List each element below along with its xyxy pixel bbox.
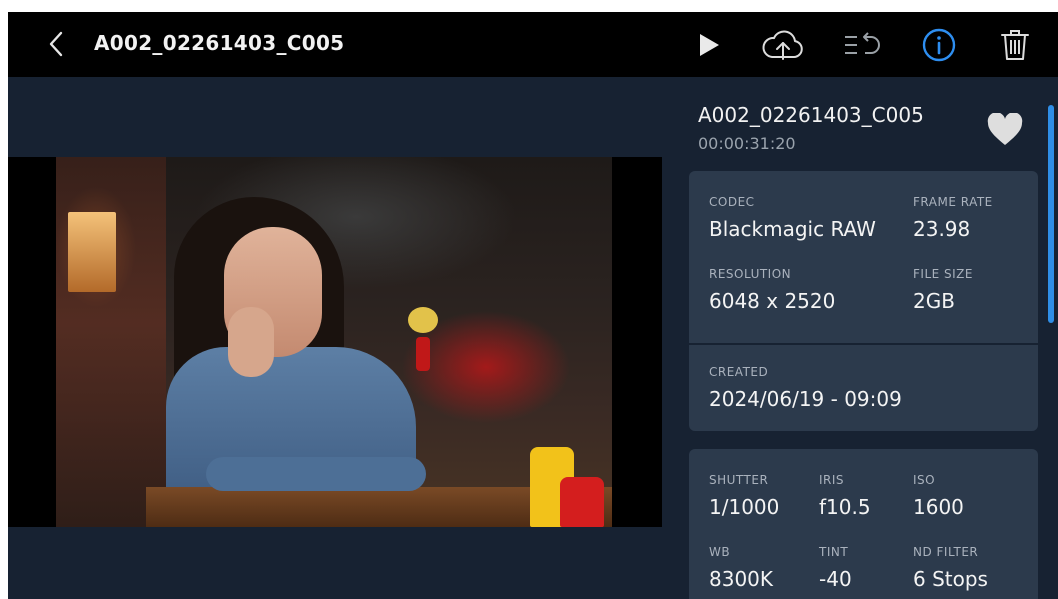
created-info-card: CREATED 2024/06/19 - 09:09 — [689, 345, 1038, 431]
chevron-left-icon — [49, 31, 63, 57]
file-size-label: FILE SIZE — [913, 267, 973, 281]
camera-settings-card: SHUTTER 1/1000 IRIS f10.5 ISO 1600 WB 83… — [689, 449, 1038, 599]
tint-value: -40 — [819, 567, 852, 591]
shutter-label: SHUTTER — [709, 473, 769, 487]
info-icon — [922, 28, 956, 62]
iris-value: f10.5 — [819, 495, 871, 519]
codec-label: CODEC — [709, 195, 755, 209]
list-undo-icon — [845, 32, 880, 54]
heart-icon — [987, 112, 1023, 145]
play-icon — [700, 34, 719, 56]
revert-list-button[interactable] — [840, 26, 884, 64]
top-bar: A002_02261403_C005 — [8, 12, 1058, 77]
frame-rate-label: FRAME RATE — [913, 195, 993, 209]
delete-button[interactable] — [998, 26, 1032, 64]
created-value: 2024/06/19 - 09:09 — [709, 387, 902, 411]
back-button[interactable] — [44, 30, 68, 58]
wb-label: WB — [709, 545, 731, 559]
iso-value: 1600 — [913, 495, 964, 519]
clip-title: A002_02261403_C005 — [94, 31, 345, 55]
created-label: CREATED — [709, 365, 769, 379]
tint-label: TINT — [819, 545, 849, 559]
nd-filter-value: 6 Stops — [913, 567, 988, 591]
resolution-value: 6048 x 2520 — [709, 289, 836, 313]
panel-clip-name: A002_02261403_C005 — [698, 103, 924, 127]
wb-value: 8300K — [709, 567, 774, 591]
clip-duration: 00:00:31:20 — [698, 134, 796, 153]
file-size-value: 2GB — [913, 289, 955, 313]
iris-label: IRIS — [819, 473, 845, 487]
info-button[interactable] — [920, 26, 958, 64]
app-frame: A002_02261403_C005 A002_02261403_C005 00… — [8, 12, 1058, 599]
upload-button[interactable] — [760, 26, 806, 64]
resolution-label: RESOLUTION — [709, 267, 792, 281]
clip-info-panel[interactable]: A002_02261403_C005 00:00:31:20 CODEC Bla… — [662, 77, 1058, 599]
favorite-button[interactable] — [986, 112, 1026, 149]
clip-preview-image[interactable] — [56, 157, 612, 527]
panel-scrollbar[interactable] — [1048, 105, 1054, 323]
iso-label: ISO — [913, 473, 936, 487]
shutter-value: 1/1000 — [709, 495, 780, 519]
trash-icon — [1001, 30, 1029, 60]
letterbox — [8, 157, 662, 527]
nd-filter-label: ND FILTER — [913, 545, 979, 559]
codec-value: Blackmagic RAW — [709, 217, 876, 241]
frame-rate-value: 23.98 — [913, 217, 971, 241]
clip-viewer[interactable] — [8, 77, 662, 599]
cloud-upload-icon — [762, 30, 803, 60]
play-button[interactable] — [696, 26, 722, 64]
format-info-card: CODEC Blackmagic RAW FRAME RATE 23.98 RE… — [689, 171, 1038, 343]
